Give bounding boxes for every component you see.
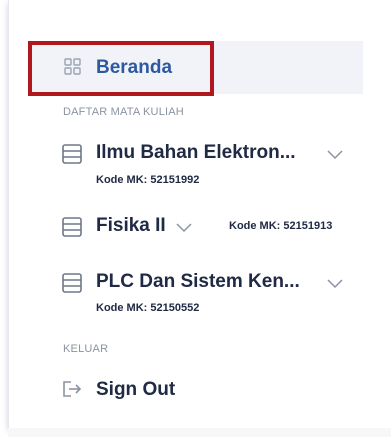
course-title-3[interactable]: PLC Dan Sistem Ken... [96,271,300,293]
course-list-icon [62,217,82,237]
course-title-2[interactable]: Fisika II [96,215,166,237]
course-list-icon [62,273,82,293]
course-code-2: Kode MK: 52151913 [229,220,333,232]
course-list-icon [62,144,82,164]
course-code-3: Kode MK: 52150552 [96,302,200,314]
chevron-down-icon[interactable] [327,150,343,160]
section-heading-courses: DAFTAR MATA KULIAH [63,106,184,118]
chevron-down-icon[interactable] [176,223,192,233]
chevron-down-icon[interactable] [327,279,343,289]
sign-out-button[interactable]: Sign Out [96,379,175,401]
course-code-1: Kode MK: 52151992 [96,174,200,186]
panel-bottom-edge [8,428,391,437]
highlight-annotation-box [28,41,214,96]
sign-out-icon [63,381,82,397]
section-heading-logout: KELUAR [63,343,109,355]
course-title-1[interactable]: Ilmu Bahan Elektron... [96,142,296,164]
